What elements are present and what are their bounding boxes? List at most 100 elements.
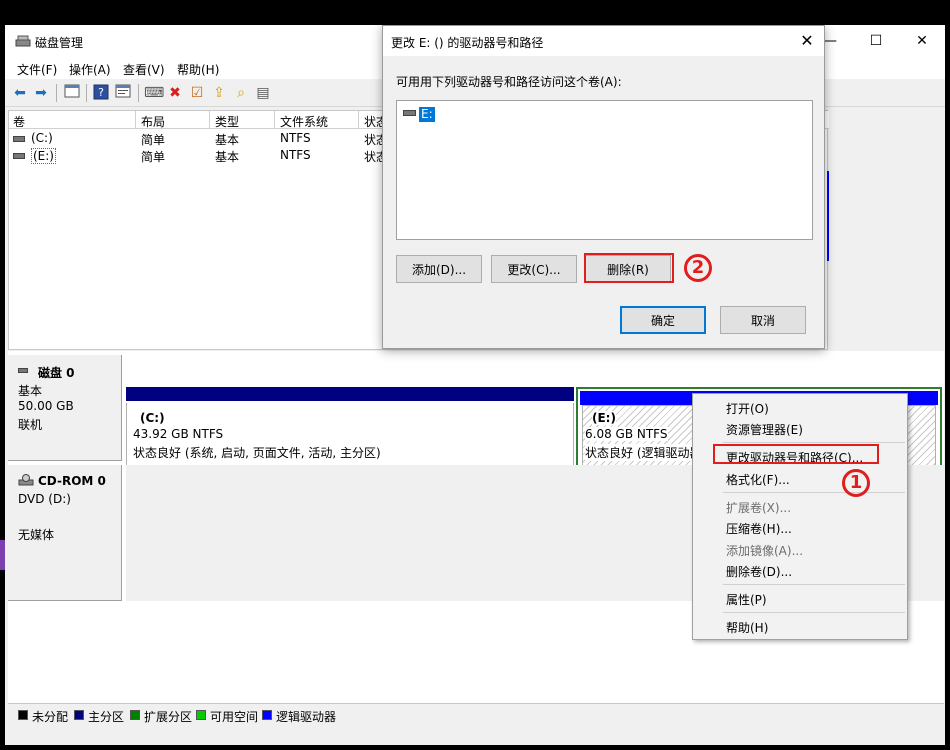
- highlight-change-drive-letter: [713, 444, 879, 464]
- volume-type: 基本: [215, 133, 240, 147]
- help-icon[interactable]: ?: [92, 84, 110, 102]
- partition-label: (C:): [140, 411, 165, 425]
- cdrom-media: 无媒体: [18, 528, 55, 542]
- menu-separator: [723, 612, 905, 613]
- legend-swatch-unallocated: [18, 710, 28, 720]
- legend-label: 扩展分区: [144, 710, 193, 724]
- cdrom-drive: DVD (D:): [18, 492, 71, 506]
- export-icon[interactable]: ⇪: [210, 84, 228, 102]
- toolbar-separator: [56, 84, 57, 102]
- menu-item-open[interactable]: 打开(O): [726, 400, 769, 417]
- partition-context-menu: 打开(O) 资源管理器(E) 更改驱动器号和路径(C)... 格式化(F)...…: [692, 393, 908, 640]
- menu-item-add-mirror: 添加镜像(A)...: [726, 544, 804, 558]
- primary-partition-bar: [126, 387, 574, 401]
- maximize-button[interactable]: ☐: [853, 25, 899, 57]
- legend-label: 未分配: [32, 710, 69, 724]
- legend-label: 主分区: [88, 710, 125, 724]
- column-layout[interactable]: 布局: [141, 113, 165, 130]
- dialog-close-button[interactable]: ✕: [794, 28, 820, 54]
- column-volume[interactable]: 卷: [13, 113, 25, 130]
- column-filesystem[interactable]: 文件系统: [280, 113, 328, 130]
- column-type[interactable]: 类型: [215, 113, 239, 130]
- menu-view[interactable]: 查看(V): [123, 61, 165, 78]
- connect-icon[interactable]: ⌨: [144, 84, 164, 102]
- forward-icon[interactable]: ➡: [32, 84, 50, 102]
- volume-filesystem: NTFS: [280, 131, 311, 145]
- volume-name: (E:): [31, 148, 56, 164]
- partition-status: 状态良好 (系统, 启动, 页面文件, 活动, 主分区): [133, 446, 381, 460]
- step-one-badge: 1: [842, 469, 870, 497]
- menu-action[interactable]: 操作(A): [69, 61, 111, 78]
- legend: 未分配 主分区 扩展分区 可用空间 逻辑驱动器: [8, 703, 944, 725]
- properties-icon[interactable]: [114, 84, 132, 102]
- volume-filesystem: NTFS: [280, 148, 311, 162]
- column-divider: [135, 111, 136, 129]
- menu-help[interactable]: 帮助(H): [177, 61, 219, 78]
- column-divider: [358, 111, 359, 129]
- step-two-badge: 2: [684, 254, 712, 282]
- change-button[interactable]: 更改(C)...: [491, 255, 577, 283]
- legend-swatch-extended: [130, 710, 140, 720]
- highlight-remove-button: [584, 253, 674, 283]
- add-button[interactable]: 添加(D)...: [396, 255, 482, 283]
- menu-separator: [723, 584, 905, 585]
- disk-icon: [18, 368, 28, 373]
- dialog-title: 更改 E: () 的驱动器号和路径: [391, 36, 544, 50]
- delete-icon[interactable]: ✖: [166, 84, 184, 102]
- disk-state: 联机: [18, 418, 43, 432]
- svg-text:?: ?: [98, 86, 104, 99]
- menu-separator: [723, 442, 905, 443]
- drive-icon: [13, 136, 25, 142]
- legend-swatch-primary: [74, 710, 84, 720]
- disk-type: 基本: [18, 384, 43, 398]
- menu-item-properties[interactable]: 属性(P): [726, 591, 767, 608]
- legend-label: 可用空间: [210, 710, 259, 724]
- legend-swatch-logical: [262, 710, 272, 720]
- cancel-button[interactable]: 取消: [720, 306, 806, 334]
- ok-button[interactable]: 确定: [620, 306, 706, 334]
- change-drive-letter-dialog: 更改 E: () 的驱动器号和路径 ✕ 可用用下列驱动器号和路径访问这个卷(A)…: [382, 25, 825, 349]
- menu-item-explorer[interactable]: 资源管理器(E): [726, 421, 803, 438]
- volume-layout: 简单: [141, 150, 166, 164]
- disk-size: 50.00 GB: [18, 399, 74, 413]
- status-bar: [5, 725, 945, 745]
- toolbar-separator: [138, 84, 139, 102]
- drive-icon: [13, 153, 25, 159]
- disk-name: 磁盘 0: [38, 366, 75, 380]
- menu-item-extend: 扩展卷(X)...: [726, 501, 792, 515]
- console-icon[interactable]: [63, 84, 81, 102]
- disk-management-icon: [15, 35, 31, 47]
- volume-type: 基本: [215, 150, 240, 164]
- disk-0-info[interactable]: 磁盘 0 基本 50.00 GB 联机: [8, 355, 122, 461]
- cdrom-0-info[interactable]: CD-ROM 0 DVD (D:) 无媒体: [8, 465, 122, 601]
- list-icon[interactable]: ▤: [254, 84, 272, 102]
- path-item-e[interactable]: E:: [419, 107, 435, 122]
- dialog-description: 可用用下列驱动器号和路径访问这个卷(A):: [396, 75, 622, 89]
- drive-path-list[interactable]: E:: [396, 100, 813, 240]
- column-divider: [274, 111, 275, 129]
- partition-size: 43.92 GB NTFS: [133, 427, 224, 441]
- partition-status: 状态良好 (逻辑驱动器: [585, 444, 702, 461]
- search-icon[interactable]: ⌕: [232, 84, 250, 102]
- cdrom-icon: [18, 474, 34, 486]
- partition-size: 6.08 GB NTFS: [585, 427, 668, 441]
- menu-item-shrink[interactable]: 压缩卷(H)...: [726, 520, 792, 537]
- back-icon[interactable]: ⬅: [11, 84, 29, 102]
- menu-item-help[interactable]: 帮助(H): [726, 619, 768, 636]
- dialog-title-bar: 更改 E: () 的驱动器号和路径 ✕: [383, 26, 824, 56]
- menu-item-format[interactable]: 格式化(F)...: [726, 471, 790, 488]
- drive-icon: [403, 110, 416, 116]
- column-divider: [209, 111, 210, 129]
- legend-swatch-free: [196, 710, 206, 720]
- partition-label: (E:): [592, 411, 616, 425]
- menu-file[interactable]: 文件(F): [17, 61, 57, 78]
- menu-separator: [723, 492, 905, 493]
- toolbar-separator: [86, 84, 87, 102]
- legend-label: 逻辑驱动器: [276, 710, 337, 724]
- volume-name: (C:): [31, 131, 53, 145]
- check-icon[interactable]: ☑: [188, 84, 206, 102]
- close-window-button[interactable]: ✕: [899, 25, 945, 57]
- menu-item-delete-volume[interactable]: 删除卷(D)...: [726, 563, 792, 580]
- window-title: 磁盘管理: [35, 36, 84, 50]
- cdrom-name: CD-ROM 0: [38, 474, 106, 488]
